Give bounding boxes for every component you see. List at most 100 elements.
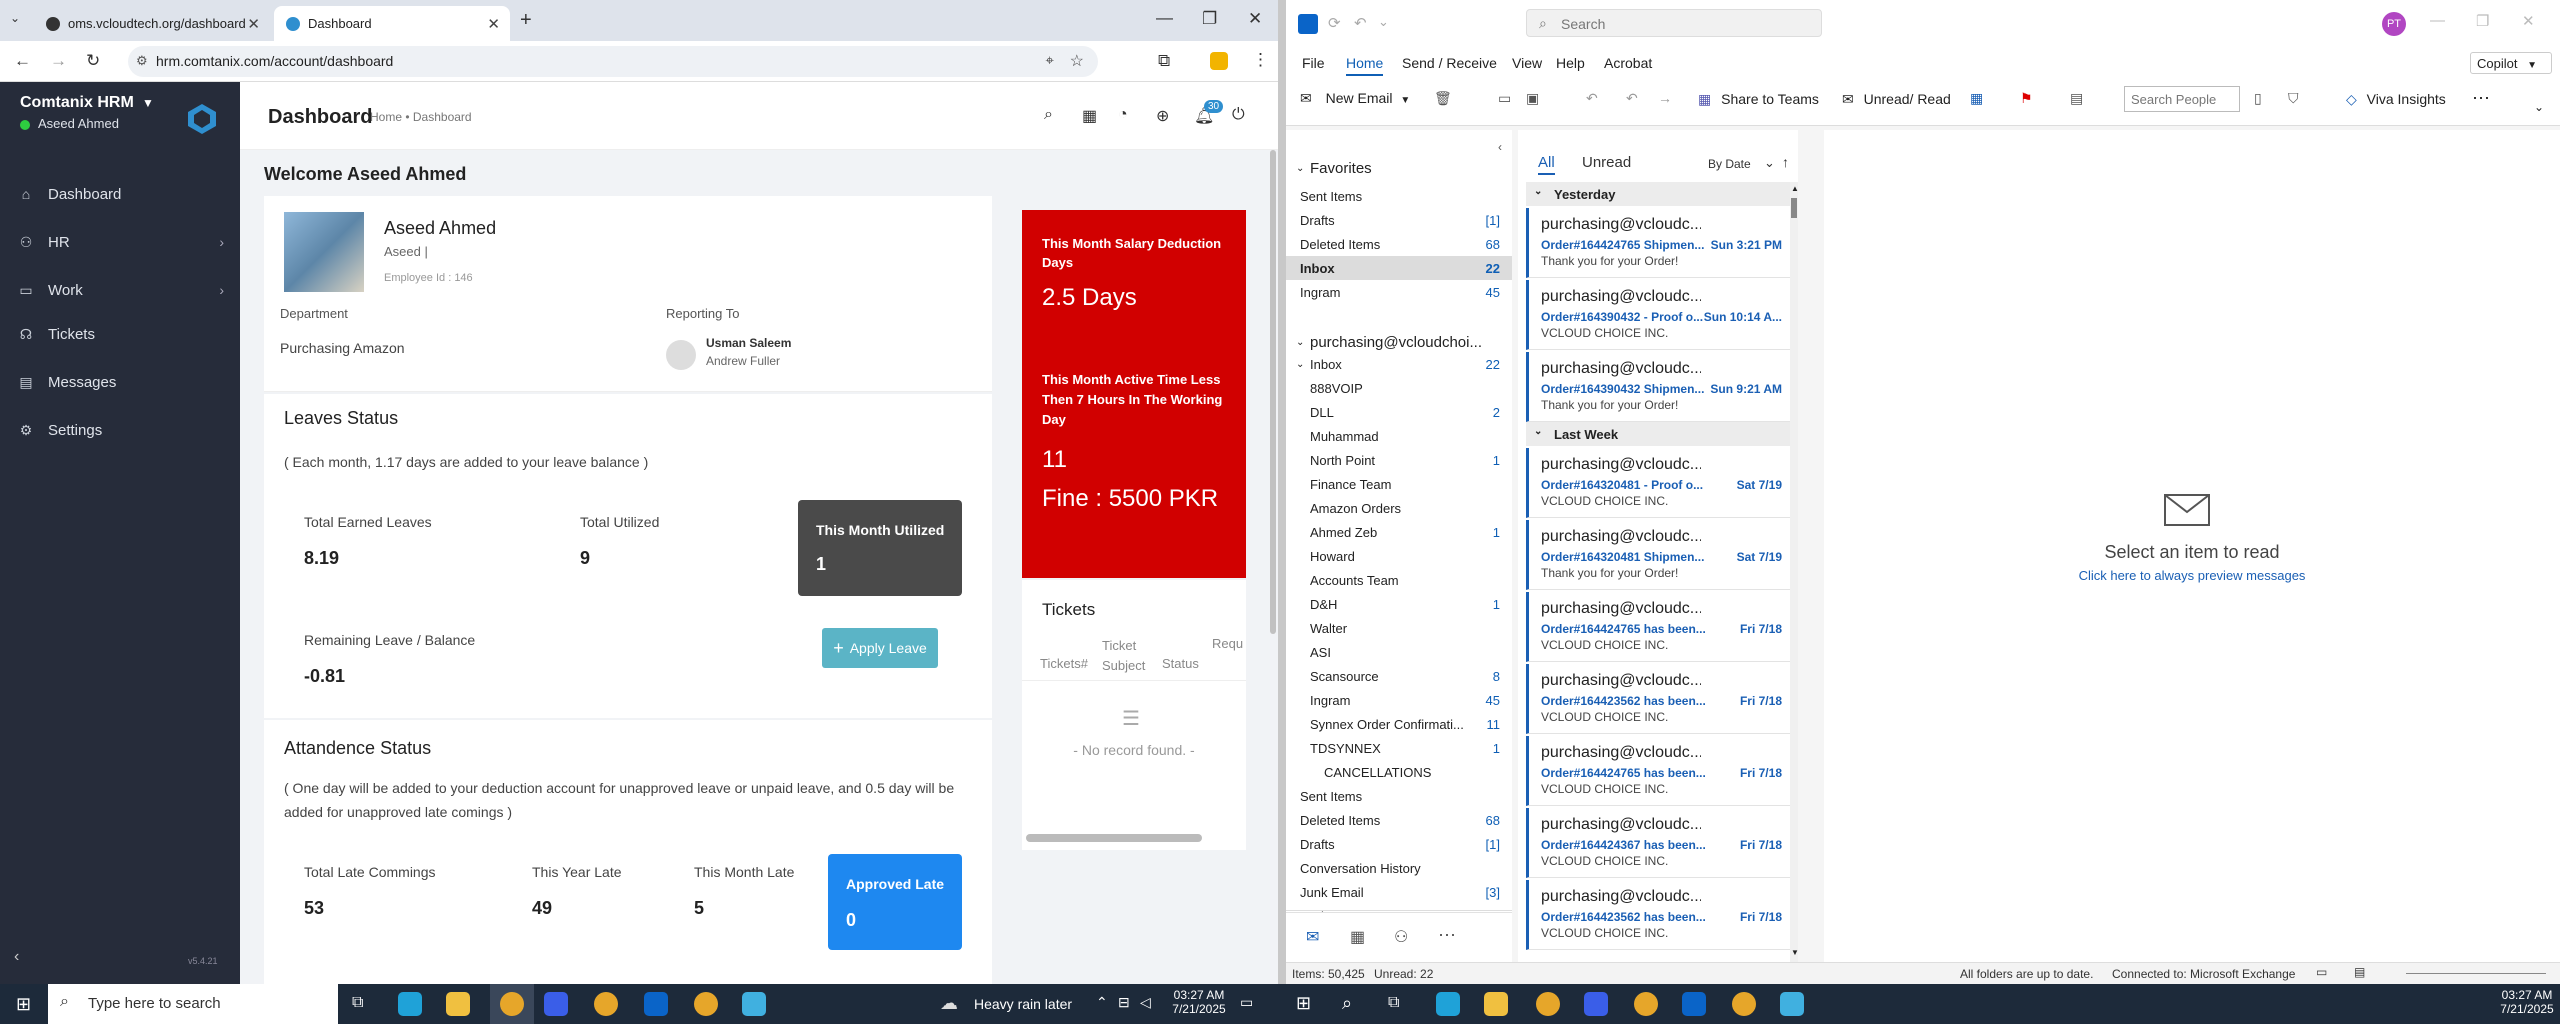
sort-by-date[interactable]: By Date: [1708, 157, 1751, 171]
menu-help[interactable]: Help: [1556, 55, 1585, 71]
search-icon[interactable]: ⌕: [1044, 106, 1053, 124]
url-field[interactable]: ⚙ hrm.comtanix.com/account/dashboard ⌖ ☆: [128, 46, 1098, 77]
folder-item[interactable]: 888VOIP: [1286, 376, 1512, 400]
share-to-teams-button[interactable]: ▦ Share to Teams: [1698, 91, 1819, 108]
search-people-input[interactable]: Search People: [2124, 86, 2240, 112]
clock-left[interactable]: 03:27 AM 7/21/2025: [1168, 988, 1230, 1016]
more-apps-icon[interactable]: ⋯: [1438, 925, 1456, 946]
sort-direction-icon[interactable]: ↑: [1782, 154, 1789, 170]
chrome-icon[interactable]: [694, 992, 718, 1016]
folder-item[interactable]: Amazon Orders: [1286, 496, 1512, 520]
scroll-thumb[interactable]: [1791, 198, 1797, 218]
mail-icon[interactable]: ✉: [1306, 927, 1319, 947]
avatar[interactable]: PT: [2382, 12, 2406, 36]
tray-overflow-icon[interactable]: ⌃: [1096, 994, 1108, 1011]
extensions-icon[interactable]: ⧉: [1158, 51, 1170, 71]
group-last-week[interactable]: ⌄ Last Week: [1526, 422, 1790, 446]
weather-text[interactable]: Heavy rain later: [974, 996, 1072, 1012]
sidebar-item-messages[interactable]: ▤ Messages: [0, 362, 240, 402]
favorites-header[interactable]: ⌄ Favorites: [1286, 156, 1512, 180]
folder-item[interactable]: Drafts [1]: [1286, 832, 1512, 856]
folder-item[interactable]: Sent Items: [1286, 184, 1512, 208]
chrome-icon[interactable]: [500, 992, 524, 1016]
task-view-icon[interactable]: ⧉: [1388, 994, 1399, 1012]
message-item[interactable]: purchasing@vcloudc... Order#164390432 Shi…: [1526, 352, 1790, 422]
copilot-button[interactable]: Copilot ▼: [2470, 52, 2552, 74]
message-item[interactable]: purchasing@vcloudc... Order#164390432 - P…: [1526, 280, 1790, 350]
chrome-icon[interactable]: [1634, 992, 1658, 1016]
notification-icon[interactable]: ▭: [1240, 994, 1253, 1011]
windows-start-icon[interactable]: ⊞: [16, 994, 31, 1015]
folder-item[interactable]: D&H 1: [1286, 592, 1512, 616]
sidebar-item-hr[interactable]: ⚇ HR ›: [0, 222, 240, 262]
menu-file[interactable]: File: [1302, 55, 1325, 71]
sidebar-item-work[interactable]: ▭ Work ›: [0, 270, 240, 310]
delete-icon[interactable]: 🗑︎: [1434, 90, 1452, 107]
message-item[interactable]: purchasing@vcloudc... Order#164423562 has…: [1526, 664, 1790, 734]
outlook-icon[interactable]: [644, 992, 668, 1016]
message-scrollbar[interactable]: ▲ ▼: [1790, 182, 1799, 962]
calendar-icon[interactable]: ▦: [1350, 927, 1365, 947]
page-scrollbar[interactable]: [1270, 150, 1276, 634]
folder-item[interactable]: Ingram 45: [1286, 688, 1512, 712]
categorize-icon[interactable]: ▦: [1970, 90, 1983, 107]
filter-all-tab[interactable]: All: [1538, 154, 1555, 175]
folder-item[interactable]: Conversation History: [1286, 856, 1512, 880]
folder-item[interactable]: Junk Email [3]: [1286, 880, 1512, 904]
rules-icon[interactable]: ▤: [2070, 90, 2083, 107]
volume-icon[interactable]: ◁: [1140, 994, 1151, 1011]
calendar-icon[interactable]: ▦: [1082, 106, 1097, 126]
reply-icon[interactable]: ↶: [1586, 90, 1598, 107]
folder-item[interactable]: TDSYNNEX 1: [1286, 736, 1512, 760]
close-window-icon[interactable]: ✕: [1248, 9, 1262, 29]
outlook-search-input[interactable]: ⌕ Search: [1526, 9, 1822, 37]
message-item[interactable]: purchasing@vcloudc... Order#164424765 Shi…: [1526, 208, 1790, 278]
menu-home[interactable]: Home: [1346, 55, 1384, 76]
power-icon[interactable]: ⏻: [1232, 106, 1245, 124]
brand-dropdown-icon[interactable]: ▼: [142, 96, 154, 110]
location-icon[interactable]: ⌖: [1046, 52, 1054, 69]
zoom-icon[interactable]: [1584, 992, 1608, 1016]
folder-item[interactable]: Deleted Items 68: [1286, 808, 1512, 832]
sidebar-item-settings[interactable]: ⚙ Settings: [0, 410, 240, 450]
back-icon[interactable]: ←: [14, 51, 31, 71]
network-icon[interactable]: ⊟: [1118, 994, 1130, 1011]
taskbar-search-input[interactable]: ⌕ Type here to search: [48, 984, 338, 1024]
message-item[interactable]: purchasing@vcloudc... Order#164320481 - P…: [1526, 448, 1790, 518]
folder-item[interactable]: ASI: [1286, 640, 1512, 664]
new-email-button[interactable]: ✉ New Email ▼: [1300, 90, 1410, 107]
folder-item[interactable]: North Point 1: [1286, 448, 1512, 472]
app-icon[interactable]: [742, 992, 766, 1016]
filter-unread-tab[interactable]: Unread: [1582, 154, 1631, 171]
message-item[interactable]: purchasing@vcloudc... Order#164424765 has…: [1526, 592, 1790, 662]
folder-item[interactable]: Accounts Team: [1286, 568, 1512, 592]
add-icon[interactable]: ⊕: [1156, 106, 1169, 126]
send-receive-icon[interactable]: ⟳: [1328, 14, 1341, 32]
reply-all-icon[interactable]: ↶: [1626, 90, 1638, 107]
extension-icon[interactable]: [1210, 52, 1228, 70]
address-book-icon[interactable]: ▯: [2254, 90, 2262, 107]
sidebar-item-tickets[interactable]: ☊ Tickets: [0, 314, 240, 354]
preview-link[interactable]: Click here to always preview messages: [1824, 568, 2560, 583]
folder-item[interactable]: DLL 2: [1286, 400, 1512, 424]
minimize-icon[interactable]: —: [1156, 8, 1173, 28]
folder-item[interactable]: Ahmed Zeb 1: [1286, 520, 1512, 544]
folder-item[interactable]: Scansource 8: [1286, 664, 1512, 688]
forward-icon[interactable]: →: [1658, 90, 1672, 106]
menu-send-receive[interactable]: Send / Receive: [1402, 55, 1497, 71]
filter-icon[interactable]: ⛉: [2288, 90, 2299, 107]
collapse-pane-icon[interactable]: ‹: [1498, 140, 1502, 154]
chevron-down-icon[interactable]: ⌄: [1764, 155, 1775, 171]
zoom-slider[interactable]: [2406, 973, 2546, 974]
reading-view-icon[interactable]: ▤: [2354, 965, 2365, 979]
edge-icon[interactable]: [398, 992, 422, 1016]
folder-item[interactable]: Walter: [1286, 616, 1512, 640]
restore-icon[interactable]: ❐: [2476, 12, 2489, 30]
message-item[interactable]: purchasing@vcloudc... Order#164424765 has…: [1526, 736, 1790, 806]
folder-item[interactable]: Howard: [1286, 544, 1512, 568]
forward-icon[interactable]: →: [50, 51, 67, 71]
restore-icon[interactable]: ❐: [1202, 9, 1217, 29]
outlook-icon[interactable]: [1682, 992, 1706, 1016]
apply-leave-button[interactable]: + Apply Leave: [822, 628, 938, 668]
browser-menu-icon[interactable]: ⋮: [1252, 50, 1269, 70]
